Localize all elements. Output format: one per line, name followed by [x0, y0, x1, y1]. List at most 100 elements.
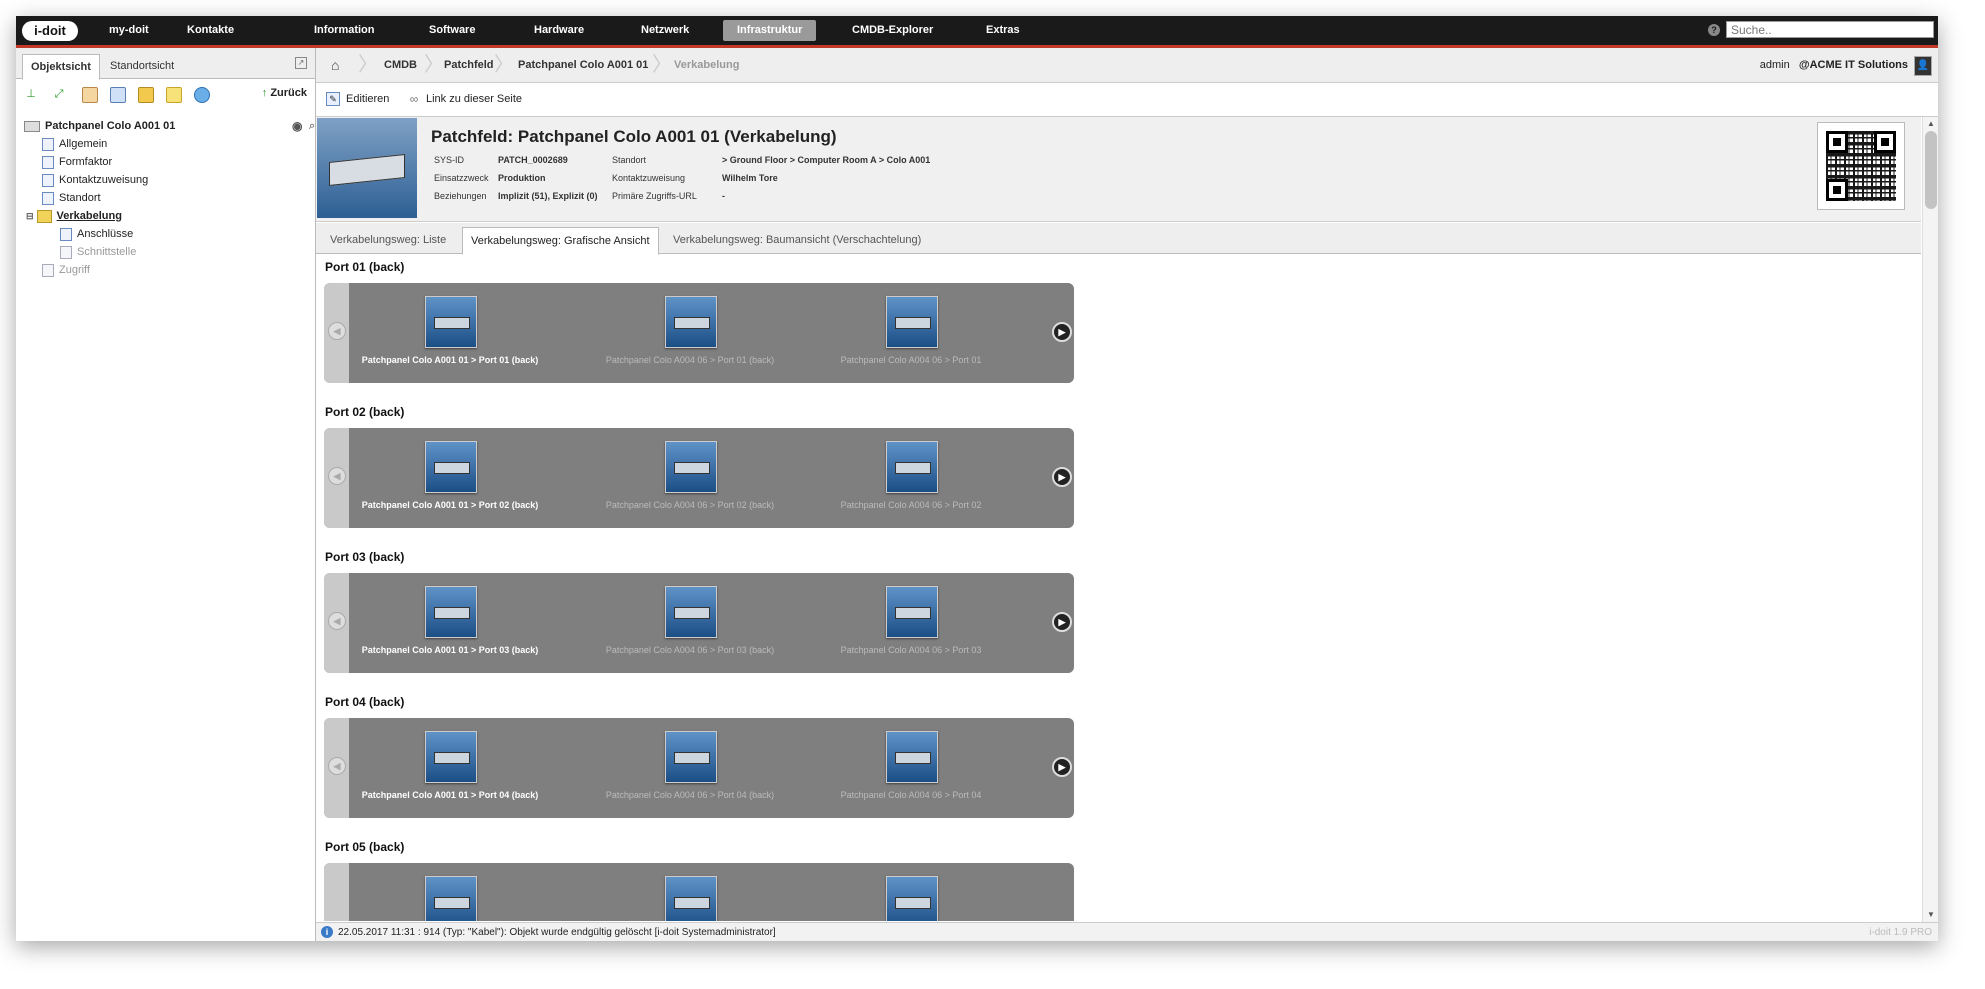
patchpanel-thumbnail[interactable]: [425, 586, 477, 638]
previous-arrow-icon[interactable]: ◀: [328, 467, 346, 485]
tree-item-allgemein[interactable]: Allgemein: [24, 135, 314, 153]
tree-item-label: Zugriff: [59, 264, 90, 276]
patchpanel-thumbnail[interactable]: [886, 731, 938, 783]
next-arrow-icon[interactable]: ▶: [1052, 322, 1072, 342]
node-caption[interactable]: Patchpanel Colo A001 01 > Port 04 (back): [360, 790, 540, 800]
tab-grafische-ansicht[interactable]: Verkabelungsweg: Grafische Ansicht: [462, 227, 659, 255]
tree-icon[interactable]: ⊥: [24, 87, 38, 101]
node-caption[interactable]: Patchpanel Colo A001 01 > Port 03 (back): [360, 645, 540, 655]
node-caption[interactable]: Patchpanel Colo A004 06 > Port 01 (back): [600, 355, 780, 365]
relations-value[interactable]: Implizit (51), Explizit (0): [498, 191, 598, 201]
node-caption[interactable]: Patchpanel Colo A004 06 > Port 01: [821, 355, 1001, 365]
tree-item-formfaktor[interactable]: Formfaktor: [24, 153, 314, 171]
search-input[interactable]: [1726, 21, 1934, 38]
tab-liste[interactable]: Verkabelungsweg: Liste: [322, 227, 454, 253]
help-icon[interactable]: ?: [1708, 24, 1720, 36]
qr-code[interactable]: [1817, 122, 1905, 210]
node-caption[interactable]: Patchpanel Colo A001 01 > Port 02 (back): [360, 500, 540, 510]
node-caption[interactable]: Patchpanel Colo A004 06 > Port 02 (back): [600, 500, 780, 510]
nav-cmdb-explorer[interactable]: CMDB-Explorer: [838, 16, 947, 45]
lock-icon[interactable]: [138, 87, 154, 103]
tree-item-kontaktzuweisung[interactable]: Kontaktzuweisung: [24, 171, 314, 189]
nav-hardware[interactable]: Hardware: [520, 16, 598, 45]
patchpanel-thumbnail[interactable]: [886, 441, 938, 493]
tree-item-label: Anschlüsse: [77, 228, 134, 240]
back-label: Zurück: [270, 87, 307, 99]
edit-button[interactable]: ✎ Editieren: [326, 83, 389, 116]
magnifier-icon[interactable]: ⌕: [309, 117, 315, 135]
scroll-down-icon[interactable]: ▼: [1925, 910, 1937, 920]
node-caption[interactable]: Patchpanel Colo A004 06 > Port 04 (back): [600, 790, 780, 800]
next-arrow-icon[interactable]: ▶: [1052, 467, 1072, 487]
patchpanel-thumbnail[interactable]: [665, 586, 717, 638]
i-doit-logo[interactable]: i-doit: [22, 21, 78, 41]
tab-baumansicht[interactable]: Verkabelungsweg: Baumansicht (Verschacht…: [665, 227, 929, 253]
tree-item-label: Formfaktor: [59, 156, 113, 168]
user-org: @ACME IT Solutions: [1798, 59, 1908, 71]
patchpanel-thumbnail[interactable]: [665, 876, 717, 921]
tree-item-zugriff[interactable]: Zugriff: [24, 261, 314, 279]
patchpanel-thumbnail[interactable]: [425, 731, 477, 783]
tab-standortsicht[interactable]: Standortsicht: [102, 54, 182, 78]
nav-kontakte[interactable]: Kontakte: [173, 16, 248, 45]
next-arrow-icon[interactable]: ▶: [1052, 757, 1072, 777]
patchpanel-thumbnail[interactable]: [886, 296, 938, 348]
patchpanel-thumbnail[interactable]: [425, 876, 477, 921]
collapse-icon[interactable]: ⊟: [26, 207, 34, 225]
globe-icon[interactable]: [194, 87, 210, 103]
breadcrumb-cmdb[interactable]: CMDB: [384, 48, 417, 82]
scroll-up-icon[interactable]: ▲: [1925, 119, 1937, 129]
nav-information[interactable]: Information: [300, 16, 389, 45]
home-icon[interactable]: ⌂: [331, 57, 339, 73]
eye-icon[interactable]: ◉: [292, 117, 302, 135]
contact-value[interactable]: Wilhelm Tore: [722, 173, 778, 183]
tree-item-standort[interactable]: Standort: [24, 189, 314, 207]
nav-netzwerk[interactable]: Netzwerk: [627, 16, 703, 45]
next-arrow-icon[interactable]: ▶: [1052, 612, 1072, 632]
port-title: Port 02 (back): [325, 405, 405, 419]
sysid-label: SYS-ID: [434, 155, 465, 165]
breadcrumb-patchfeld[interactable]: Patchfeld: [444, 48, 494, 82]
status-bar: i 22.05.2017 11:31 : 914 (Typ: "Kabel"):…: [316, 922, 1938, 941]
patchpanel-thumbnail[interactable]: [886, 876, 938, 921]
breadcrumb-object[interactable]: Patchpanel Colo A001 01: [518, 48, 648, 82]
node-caption[interactable]: Patchpanel Colo A004 06 > Port 03 (back): [600, 645, 780, 655]
nav-extras[interactable]: Extras: [972, 16, 1034, 45]
user-name[interactable]: admin: [1760, 59, 1790, 71]
patchpanel-thumbnail[interactable]: [886, 586, 938, 638]
patchpanel-thumbnail[interactable]: [665, 731, 717, 783]
back-button[interactable]: ↑ Zurück: [262, 87, 307, 99]
previous-arrow-icon[interactable]: ◀: [328, 322, 346, 340]
link-button[interactable]: ∞ Link zu dieser Seite: [408, 83, 522, 116]
location-value[interactable]: > Ground Floor > Computer Room A > Colo …: [722, 155, 930, 165]
patchpanel-thumbnail[interactable]: [425, 296, 477, 348]
node-caption[interactable]: Patchpanel Colo A004 06 > Port 03: [821, 645, 1001, 655]
tree-item-schnittstelle[interactable]: Schnittstelle: [24, 243, 314, 261]
shield-icon[interactable]: [166, 87, 182, 103]
report-icon[interactable]: [82, 87, 98, 103]
nav-software[interactable]: Software: [415, 16, 489, 45]
patchpanel-thumbnail[interactable]: [665, 296, 717, 348]
action-bar: ✎ Editieren ∞ Link zu dieser Seite: [316, 83, 1938, 117]
expand-icon[interactable]: ⤢: [52, 87, 66, 101]
patchpanel-thumbnail[interactable]: [665, 441, 717, 493]
tree-item-anschluesse[interactable]: Anschlüsse: [24, 225, 314, 243]
node-caption[interactable]: Patchpanel Colo A001 01 > Port 01 (back): [360, 355, 540, 365]
nav-infrastruktur[interactable]: Infrastruktur: [723, 20, 817, 41]
cable-path-slider: ◀ Patchpanel Colo A001 01 > Port 03 (bac…: [324, 573, 1074, 673]
previous-arrow-icon[interactable]: ◀: [328, 757, 346, 775]
tree-root[interactable]: Patchpanel Colo A001 01 ◉ ⌕: [24, 117, 315, 135]
previous-arrow-icon[interactable]: ◀: [328, 612, 346, 630]
patchpanel-thumbnail[interactable]: [425, 441, 477, 493]
relations-label: Beziehungen: [434, 191, 487, 201]
scrollbar-thumb[interactable]: [1925, 131, 1937, 209]
tab-objektsicht[interactable]: Objektsicht: [22, 54, 100, 80]
node-caption[interactable]: Patchpanel Colo A004 06 > Port 04: [821, 790, 1001, 800]
tree-item-verkabelung[interactable]: ⊟ Verkabelung: [24, 207, 314, 225]
nav-my-doit[interactable]: my-doit: [95, 16, 163, 45]
popout-icon[interactable]: ↗: [295, 57, 307, 69]
node-caption[interactable]: Patchpanel Colo A004 06 > Port 02: [821, 500, 1001, 510]
book-icon[interactable]: [110, 87, 126, 103]
user-avatar-icon[interactable]: 👤: [1914, 56, 1932, 76]
content-scrollbar[interactable]: ▲ ▼: [1922, 117, 1938, 922]
